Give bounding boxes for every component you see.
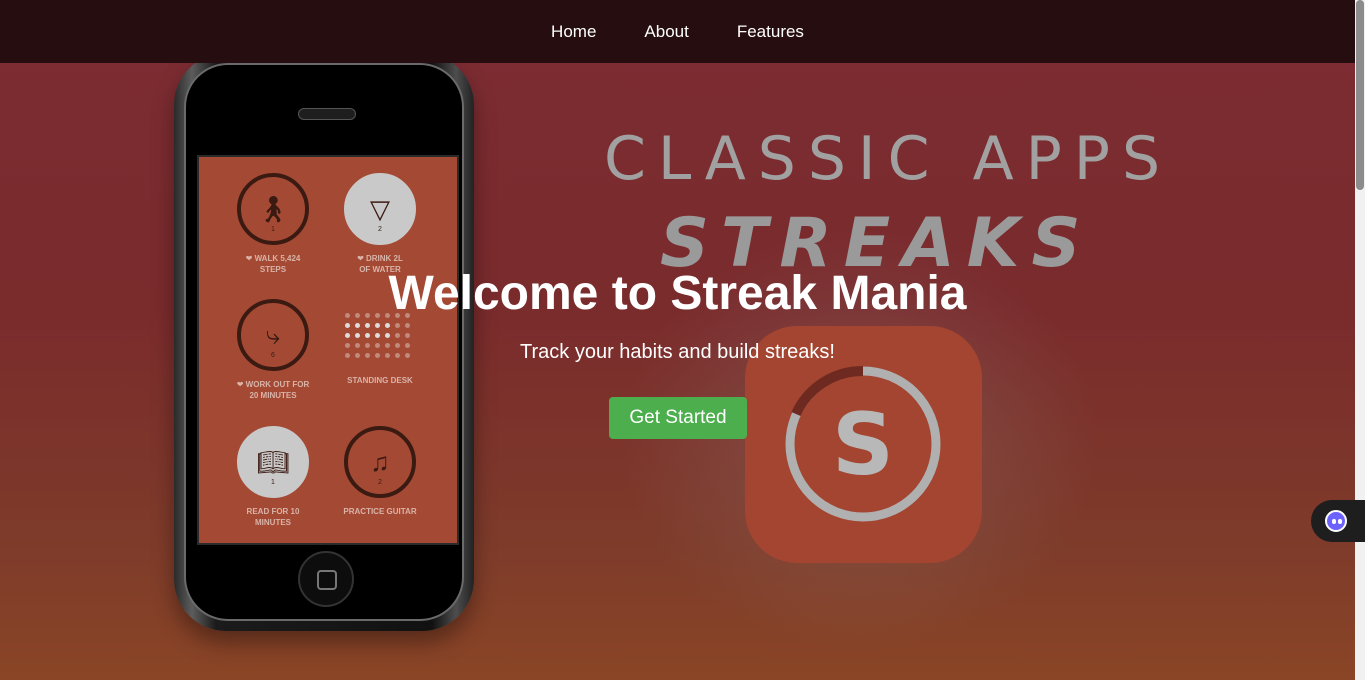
habit-label: READ FOR 10 MINUTES <box>246 507 300 527</box>
glass-icon: ▽ <box>370 194 390 224</box>
calendar-day-dot <box>355 323 360 328</box>
habit-label: STANDING DESK <box>347 376 413 385</box>
calendar-day-dot <box>365 323 370 328</box>
habit-label: PRACTICE GUITAR <box>343 507 417 516</box>
habit-water: ▽ 2 ❤ DRINK 2L OF WATER <box>330 173 430 275</box>
nav-link-home[interactable]: Home <box>527 22 620 42</box>
habit-count: 1 <box>271 479 275 486</box>
home-square-icon <box>317 570 337 590</box>
habit-standing-desk: STANDING DESK <box>330 375 430 386</box>
phone-speaker <box>298 108 356 120</box>
habit-count: 1 <box>271 226 275 233</box>
assistant-face-icon <box>1325 510 1347 532</box>
habit-walk: 🚶︎ 1 ❤ WALK 5,424 STEPS <box>223 173 323 275</box>
widget-eye <box>1338 519 1342 524</box>
top-navbar: Home About Features <box>0 0 1355 63</box>
calendar-day-dot <box>385 333 390 338</box>
floating-assistant-widget[interactable] <box>1311 500 1365 542</box>
calendar-day-dot <box>395 323 400 328</box>
habit-ring: 🚶︎ 1 <box>237 173 309 245</box>
calendar-day-dot <box>405 333 410 338</box>
habit-ring: ♫ 2 <box>344 426 416 498</box>
calendar-day-dot <box>395 333 400 338</box>
scrollbar-thumb[interactable] <box>1356 0 1364 190</box>
phone-home-button <box>298 551 354 607</box>
habit-read: 📖︎ 1 READ FOR 10 MINUTES <box>223 426 323 528</box>
calendar-day-dot <box>355 333 360 338</box>
calendar-day-dot <box>405 323 410 328</box>
calendar-day-dot <box>365 333 370 338</box>
page-scrollbar[interactable] <box>1355 0 1365 680</box>
calendar-day-dot <box>385 323 390 328</box>
book-icon: 📖︎ <box>256 447 290 477</box>
widget-eye <box>1332 519 1336 524</box>
calendar-day-dot <box>375 333 380 338</box>
habit-label: ❤ WORK OUT FOR 20 MINUTES <box>236 380 310 400</box>
calendar-day-dot <box>345 323 350 328</box>
habit-count: 2 <box>378 226 382 233</box>
nav-link-about[interactable]: About <box>620 22 712 42</box>
guitar-icon: ♫ <box>370 447 390 477</box>
hero-subheading: Track your habits and build streaks! <box>520 341 835 363</box>
get-started-button[interactable]: Get Started <box>609 397 747 439</box>
calendar-day-dot <box>345 333 350 338</box>
background-title-classic-apps: CLASSIC APPS <box>604 124 1173 194</box>
habit-ring: 📖︎ 1 <box>237 426 309 498</box>
habit-ring: ▽ 2 <box>344 173 416 245</box>
nav-link-features[interactable]: Features <box>713 22 828 42</box>
habit-guitar: ♫ 2 PRACTICE GUITAR <box>330 426 430 517</box>
app-icon-letter: S <box>832 395 894 495</box>
hero-heading: Welcome to Streak Mania <box>388 267 967 320</box>
habit-count: 2 <box>378 479 382 486</box>
calendar-day-dot <box>375 323 380 328</box>
walking-icon: 🚶︎ <box>256 194 290 224</box>
hero-section: CLASSIC APPS STREAKS S 🚶︎ 1 ❤ WALK 5,424… <box>0 0 1355 680</box>
